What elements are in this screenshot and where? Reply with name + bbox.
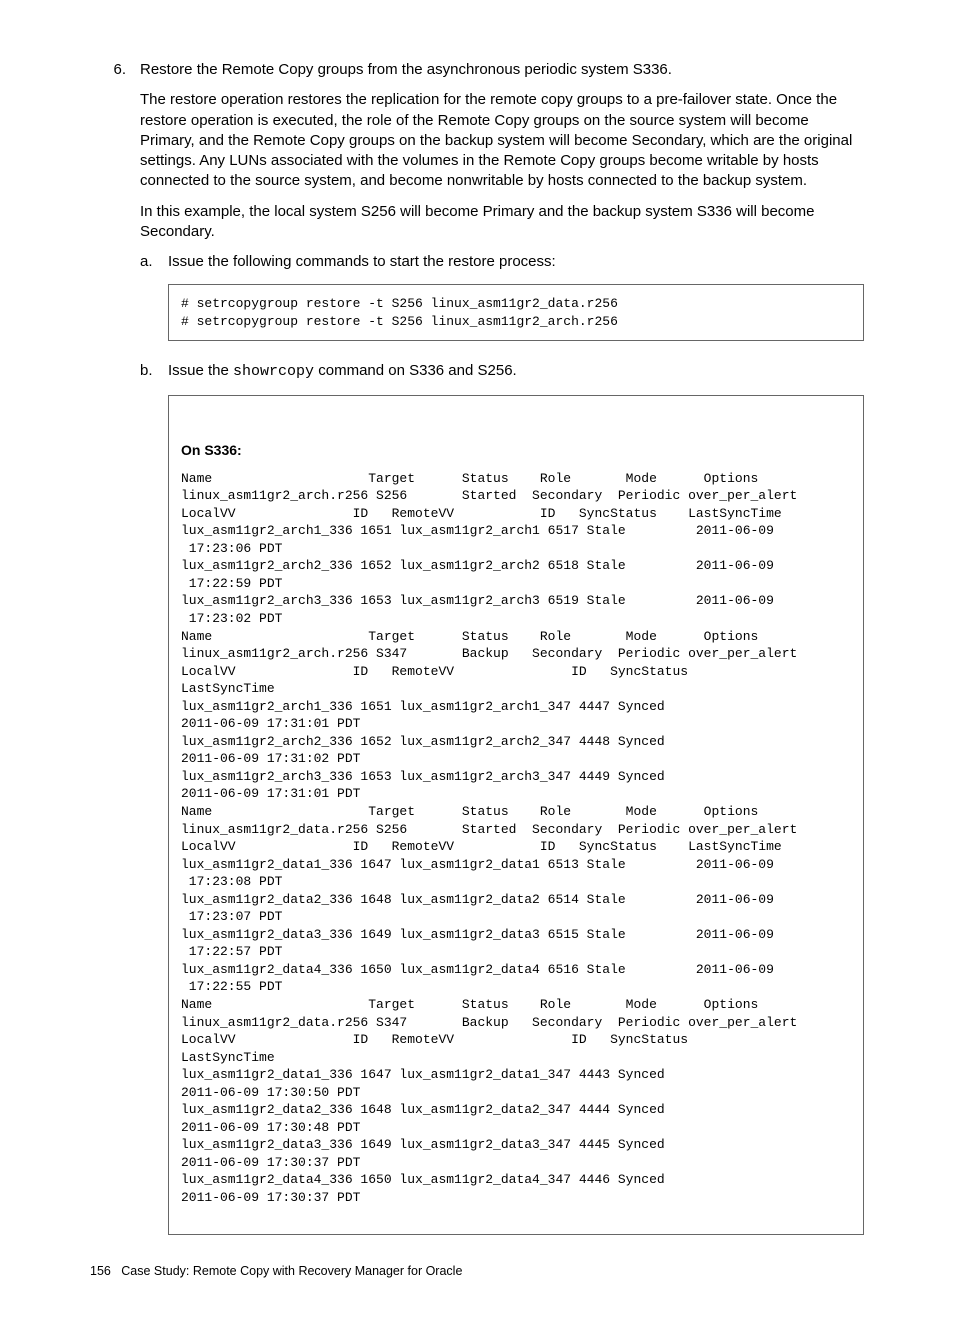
footer-title: Case Study: Remote Copy with Recovery Ma… xyxy=(121,1264,462,1278)
substep-b-pre: Issue the xyxy=(168,362,233,379)
step-para-1: The restore operation restores the repli… xyxy=(140,90,864,191)
substep-a-text: Issue the following commands to start th… xyxy=(168,252,864,272)
substep-b-post: command on S336 and S256. xyxy=(314,362,517,379)
page-footer: 156 Case Study: Remote Copy with Recover… xyxy=(90,1263,864,1280)
showrcopy-command: showrcopy xyxy=(233,363,314,380)
step-body: Restore the Remote Copy groups from the … xyxy=(140,60,864,1245)
substep-b: b. Issue the showrcopy command on S336 a… xyxy=(140,361,864,1245)
substep-a: a. Issue the following commands to start… xyxy=(140,252,864,351)
substep-b-text: Issue the showrcopy command on S336 and … xyxy=(168,361,864,382)
step-number: 6. xyxy=(90,60,140,80)
step-6: 6. Restore the Remote Copy groups from t… xyxy=(90,60,864,1245)
substep-a-marker: a. xyxy=(140,252,168,272)
page-number: 156 xyxy=(90,1264,111,1278)
substep-b-code: On S336: Name Target Status Role Mode Opt… xyxy=(168,395,864,1236)
substep-b-marker: b. xyxy=(140,361,168,381)
code-output-s336: Name Target Status Role Mode Options lin… xyxy=(181,471,797,1205)
substep-a-code: # setrcopygroup restore -t S256 linux_as… xyxy=(168,284,864,341)
step-title: Restore the Remote Copy groups from the … xyxy=(140,60,864,80)
code-heading-s336: On S336: xyxy=(181,441,851,460)
step-para-2: In this example, the local system S256 w… xyxy=(140,202,864,243)
